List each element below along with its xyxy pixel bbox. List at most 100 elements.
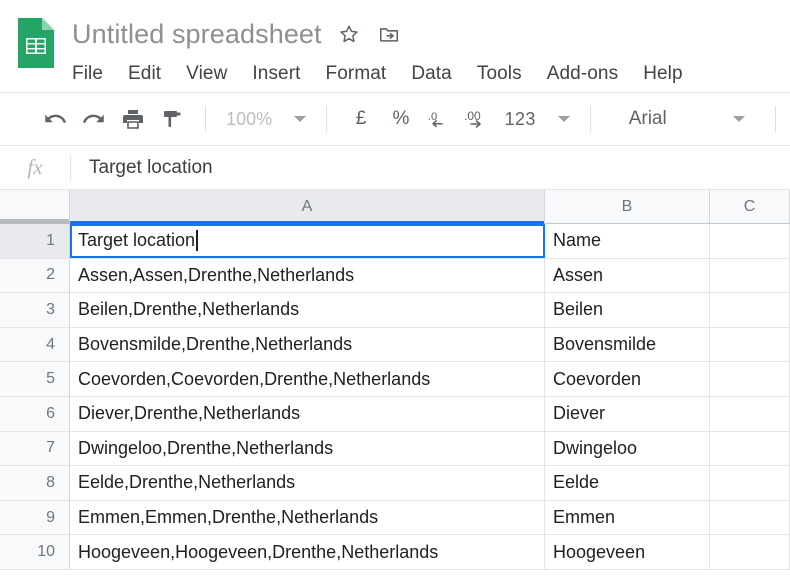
- svg-text:.00: .00: [464, 109, 481, 123]
- cell-c2[interactable]: [710, 259, 790, 293]
- cell-c4[interactable]: [710, 328, 790, 362]
- logo-container: [0, 10, 72, 70]
- row-header-9[interactable]: 9: [0, 501, 70, 535]
- cell-c10[interactable]: [710, 535, 790, 569]
- table-row: 3 Beilen,Drenthe,Netherlands Beilen: [0, 293, 790, 328]
- cell-a6[interactable]: Diever,Drenthe,Netherlands: [70, 397, 545, 431]
- table-row: 8 Eelde,Drenthe,Netherlands Eelde: [0, 466, 790, 501]
- spreadsheet-grid: A B C 1 Target location Name 2 Assen,Ass…: [0, 190, 790, 570]
- menu-item-help[interactable]: Help: [643, 63, 682, 85]
- paint-format-icon[interactable]: [152, 100, 191, 138]
- document-title[interactable]: Untitled spreadsheet: [72, 19, 322, 50]
- font-family-selector[interactable]: Arial: [605, 108, 761, 130]
- chevron-down-icon: [558, 116, 570, 122]
- row-header-7[interactable]: 7: [0, 432, 70, 466]
- percent-format-button[interactable]: %: [381, 100, 421, 138]
- redo-icon[interactable]: [75, 100, 114, 138]
- menu-item-tools[interactable]: Tools: [477, 63, 522, 85]
- cell-b8[interactable]: Eelde: [545, 466, 710, 500]
- cell-a8[interactable]: Eelde,Drenthe,Netherlands: [70, 466, 545, 500]
- cell-b4[interactable]: Bovensmilde: [545, 328, 710, 362]
- cell-b7[interactable]: Dwingeloo: [545, 432, 710, 466]
- table-row: 4 Bovensmilde,Drenthe,Netherlands Bovens…: [0, 328, 790, 363]
- cell-a1-text: Target location: [78, 230, 195, 251]
- cell-a9[interactable]: Emmen,Emmen,Drenthe,Netherlands: [70, 501, 545, 535]
- app-header: Untitled spreadsheet File Edit View Inse…: [0, 0, 790, 92]
- formula-input[interactable]: [71, 157, 790, 179]
- cell-c3[interactable]: [710, 293, 790, 327]
- number-format-selector[interactable]: 123: [499, 109, 576, 130]
- cell-c7[interactable]: [710, 432, 790, 466]
- table-row: 5 Coevorden,Coevorden,Drenthe,Netherland…: [0, 362, 790, 397]
- toolbar-divider-3: [590, 106, 591, 132]
- cell-a3[interactable]: Beilen,Drenthe,Netherlands: [70, 293, 545, 327]
- row-header-10[interactable]: 10: [0, 535, 70, 569]
- undo-icon[interactable]: [36, 100, 75, 138]
- table-row: 1 Target location Name: [0, 224, 790, 259]
- toolbar-divider-4: [775, 106, 776, 132]
- table-row: 9 Emmen,Emmen,Drenthe,Netherlands Emmen: [0, 501, 790, 536]
- cell-a4[interactable]: Bovensmilde,Drenthe,Netherlands: [70, 328, 545, 362]
- menu-item-addons[interactable]: Add-ons: [547, 63, 618, 85]
- text-cursor: [196, 230, 198, 251]
- menu-item-edit[interactable]: Edit: [128, 63, 161, 85]
- cell-c9[interactable]: [710, 501, 790, 535]
- cell-c1[interactable]: [710, 224, 790, 258]
- column-header-c[interactable]: C: [710, 190, 790, 223]
- cell-b9[interactable]: Emmen: [545, 501, 710, 535]
- menu-item-data[interactable]: Data: [411, 63, 452, 85]
- cell-a10[interactable]: Hoogeveen,Hoogeveen,Drenthe,Netherlands: [70, 535, 545, 569]
- select-all-corner[interactable]: [0, 190, 70, 223]
- column-header-a[interactable]: A: [70, 190, 545, 223]
- number-format-label: 123: [505, 109, 536, 130]
- cell-b10[interactable]: Hoogeveen: [545, 535, 710, 569]
- move-to-folder-icon[interactable]: [376, 21, 402, 47]
- cell-a5[interactable]: Coevorden,Coevorden,Drenthe,Netherlands: [70, 362, 545, 396]
- row-header-6[interactable]: 6: [0, 397, 70, 431]
- zoom-selector[interactable]: 100%: [220, 109, 312, 130]
- table-row: 7 Dwingeloo,Drenthe,Netherlands Dwingelo…: [0, 432, 790, 467]
- row-header-2[interactable]: 2: [0, 259, 70, 293]
- row-header-4[interactable]: 4: [0, 328, 70, 362]
- row-header-3[interactable]: 3: [0, 293, 70, 327]
- toolbar-divider-2: [326, 106, 327, 132]
- row-header-5[interactable]: 5: [0, 362, 70, 396]
- table-row: 2 Assen,Assen,Drenthe,Netherlands Assen: [0, 259, 790, 294]
- menu-item-format[interactable]: Format: [326, 63, 387, 85]
- font-family-value: Arial: [629, 108, 667, 130]
- column-header-row: A B C: [0, 190, 790, 224]
- cell-b3[interactable]: Beilen: [545, 293, 710, 327]
- cell-c6[interactable]: [710, 397, 790, 431]
- toolbar-divider-1: [205, 106, 206, 132]
- star-icon[interactable]: [336, 21, 362, 47]
- column-header-b[interactable]: B: [545, 190, 710, 223]
- menu-item-file[interactable]: File: [72, 63, 103, 85]
- cell-c8[interactable]: [710, 466, 790, 500]
- row-header-1[interactable]: 1: [0, 224, 70, 258]
- google-sheets-logo: [16, 16, 56, 70]
- cell-a7[interactable]: Dwingeloo,Drenthe,Netherlands: [70, 432, 545, 466]
- print-icon[interactable]: [114, 100, 153, 138]
- cell-b6[interactable]: Diever: [545, 397, 710, 431]
- table-row: 10 Hoogeveen,Hoogeveen,Drenthe,Netherlan…: [0, 535, 790, 570]
- formula-bar: fx: [0, 146, 790, 190]
- cell-b2[interactable]: Assen: [545, 259, 710, 293]
- cell-a1[interactable]: Target location: [70, 224, 545, 258]
- currency-format-button[interactable]: £: [341, 100, 381, 138]
- chevron-down-icon: [294, 116, 306, 122]
- menu-bar: File Edit View Insert Format Data Tools …: [72, 56, 790, 90]
- cell-b1[interactable]: Name: [545, 224, 710, 258]
- title-row: Untitled spreadsheet: [72, 12, 790, 56]
- menu-item-insert[interactable]: Insert: [252, 63, 300, 85]
- cell-c5[interactable]: [710, 362, 790, 396]
- cell-b5[interactable]: Coevorden: [545, 362, 710, 396]
- row-header-8[interactable]: 8: [0, 466, 70, 500]
- function-icon[interactable]: fx: [0, 155, 70, 180]
- chevron-down-icon: [733, 116, 745, 122]
- table-row: 6 Diever,Drenthe,Netherlands Diever: [0, 397, 790, 432]
- decrease-decimal-button[interactable]: .0: [421, 100, 460, 138]
- cell-a2[interactable]: Assen,Assen,Drenthe,Netherlands: [70, 259, 545, 293]
- menu-item-view[interactable]: View: [186, 63, 227, 85]
- toolbar: 100% £ % .0 .00 123 Arial: [0, 92, 790, 146]
- increase-decimal-button[interactable]: .00: [460, 100, 499, 138]
